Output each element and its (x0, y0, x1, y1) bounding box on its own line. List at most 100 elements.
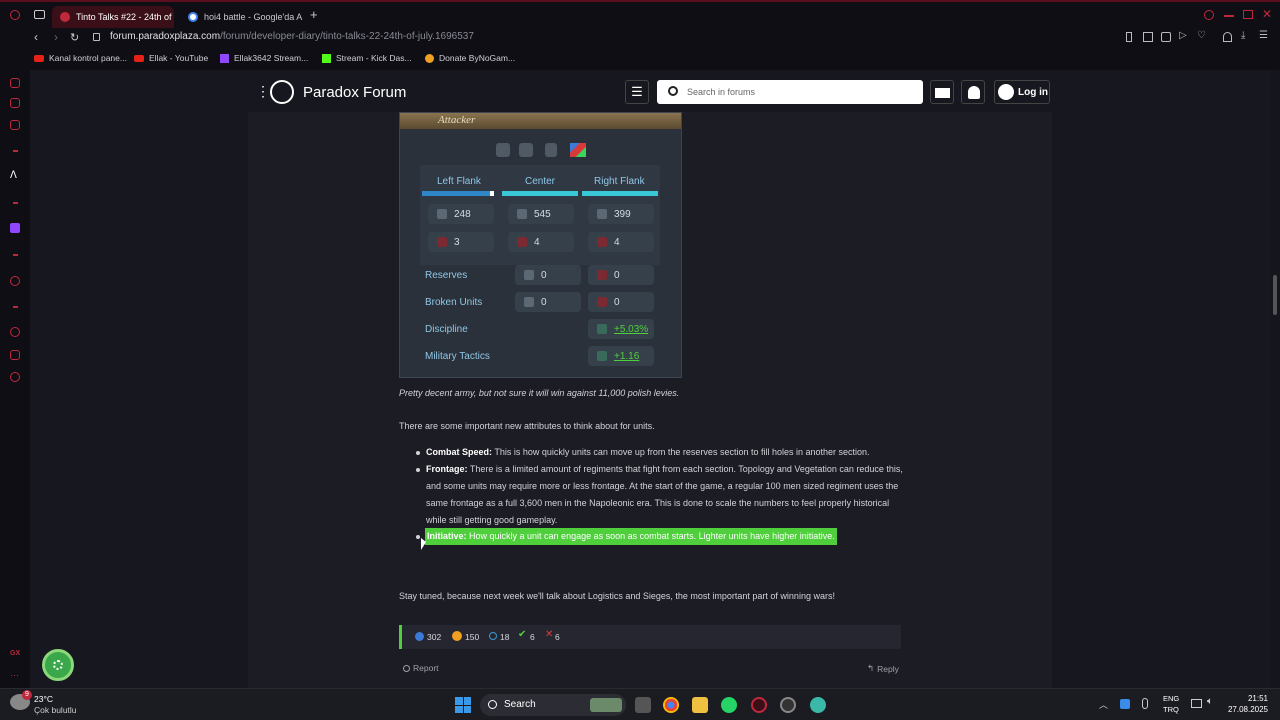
bookmark-kanal[interactable]: Kanal kontrol pane... (34, 53, 127, 63)
new-tab-button[interactable]: + (310, 7, 318, 22)
reload-icon[interactable]: ↻ (70, 31, 79, 44)
forward-icon[interactable]: › (54, 30, 58, 44)
bookmark-ellak-stream[interactable]: Ellak3642 Stream... (220, 53, 308, 63)
cavalry-icon (519, 143, 533, 157)
maximize-icon[interactable] (1243, 10, 1253, 19)
adblock-icon[interactable] (1161, 32, 1171, 42)
center-bar (502, 191, 578, 196)
start-button[interactable] (455, 697, 471, 713)
bullet (416, 468, 420, 472)
weather-icon[interactable]: 9 (10, 690, 32, 710)
reactions-bar[interactable]: 302 150 18 ✔ 6 ✕ 6 (399, 625, 901, 649)
reserves-units-stat: 0 (588, 265, 654, 285)
language-primary[interactable]: ENG (1163, 694, 1179, 703)
chrome-icon[interactable] (663, 697, 679, 713)
task-view-icon[interactable] (635, 697, 651, 713)
twitch-sidebar-icon[interactable] (10, 223, 20, 233)
attacker-banner: Attacker (400, 113, 681, 129)
bookmark-kick[interactable]: Stream - Kick Das... (322, 53, 412, 63)
disagree-icon: ✕ (545, 629, 554, 640)
player-icon[interactable]: ▷ (1179, 30, 1187, 41)
search-tabs-icon[interactable] (1204, 10, 1214, 20)
image-caption: Pretty decent army, but not sure it will… (399, 388, 680, 398)
lock-icon (93, 33, 100, 41)
snapshot-icon[interactable] (1143, 32, 1153, 42)
tab-google-search[interactable]: hoi4 battle - Google'da A (180, 6, 308, 28)
left-flank-bar (422, 191, 494, 196)
history-icon[interactable] (10, 327, 20, 337)
page-scrollbar[interactable] (1270, 70, 1280, 688)
info-count: 18 (500, 632, 510, 642)
network-icon[interactable] (1191, 699, 1202, 708)
login-button[interactable]: Log in (994, 80, 1050, 104)
gaming-icon[interactable] (10, 120, 20, 130)
search-icon (488, 700, 497, 709)
windows-logo-tile (463, 705, 471, 713)
close-window-icon[interactable]: ✕ (1262, 7, 1272, 21)
bookmark-donate[interactable]: Donate ByNoGam... (425, 53, 515, 63)
weather-temp: 23°C (34, 694, 53, 704)
agree-icon: ✔ (518, 629, 527, 640)
right-units-stat: 4 (588, 232, 654, 252)
file-explorer-icon[interactable] (692, 697, 708, 713)
weather-desc: Çok bulutlu (34, 705, 77, 715)
steam-tray-icon[interactable] (1120, 699, 1130, 709)
gx-icon[interactable]: GX (10, 650, 20, 657)
site-title[interactable]: Paradox Forum (303, 84, 406, 101)
more-icon[interactable]: ··· (10, 670, 19, 680)
scrollbar-thumb[interactable] (1273, 275, 1277, 315)
tray-chevron-icon[interactable]: ︿ (1099, 698, 1108, 711)
divider (13, 254, 18, 256)
youtube-icon (34, 54, 44, 62)
opera-gx-taskbar-icon[interactable] (751, 697, 767, 713)
search-input[interactable]: Search in forums (657, 80, 923, 104)
military-tactics-label: Military Tactics (425, 351, 490, 362)
whatsapp-icon[interactable] (721, 697, 737, 713)
volume-icon[interactable]: 🔈︎ (1207, 696, 1213, 707)
bookmark-icon[interactable] (1126, 32, 1132, 42)
tab-tinto-talks[interactable]: Tinto Talks #22 - 24th of (52, 6, 174, 28)
twitch-icon (220, 53, 229, 63)
globe-taskbar-icon[interactable] (810, 697, 826, 713)
app-taskbar-icon[interactable] (780, 697, 796, 713)
clock-date[interactable]: 27.08.2025 (1220, 705, 1268, 714)
heart-icon[interactable]: ♡ (1197, 30, 1206, 41)
microphone-icon[interactable] (1142, 698, 1148, 709)
conversations-button[interactable] (930, 80, 954, 104)
reply-link[interactable]: ↰ Reply (867, 663, 899, 674)
back-icon[interactable]: ‹ (34, 30, 38, 44)
player-sidebar-icon[interactable] (10, 276, 20, 286)
report-link[interactable]: Report (403, 663, 439, 673)
bookmark-ellak-youtube[interactable]: Ellak - YouTube (134, 53, 208, 63)
settings-icon[interactable] (10, 372, 20, 382)
app-a-icon[interactable]: ᐱ (10, 170, 17, 181)
minimize-icon[interactable] (1224, 15, 1234, 17)
url-field[interactable]: forum.paradoxplaza.com/forum/developer-d… (110, 31, 474, 42)
opera-logo-icon[interactable] (10, 10, 20, 20)
cookie-settings-button[interactable] (42, 649, 74, 681)
extensions-icon[interactable] (10, 350, 20, 360)
broken-men-stat: 0 (515, 292, 581, 312)
menu-icon[interactable]: ⋮ (256, 83, 270, 100)
hamburger-icon[interactable]: ☰ (625, 80, 649, 104)
aria-icon[interactable] (10, 78, 20, 88)
language-secondary[interactable]: TRQ (1163, 705, 1179, 714)
reserves-label: Reserves (425, 270, 468, 281)
easy-setup-icon[interactable]: ☰ (1259, 30, 1268, 41)
info-icon (489, 632, 497, 640)
alerts-button[interactable] (961, 80, 985, 104)
taskbar-search[interactable]: Search (480, 694, 626, 716)
profile-icon[interactable] (1223, 32, 1232, 42)
workspaces-icon[interactable] (34, 10, 45, 19)
discipline-stat: +5.03% (588, 319, 654, 339)
url-path: /forum/developer-diary/tinto-talks-22-24… (220, 31, 474, 42)
download-icon[interactable]: ⤓ (1241, 30, 1245, 41)
column-right-flank: Right Flank (594, 176, 645, 187)
bag-icon[interactable] (10, 98, 20, 108)
regiment-icon (597, 237, 607, 247)
reserves-men-stat: 0 (515, 265, 581, 285)
paradox-logo-icon[interactable] (270, 80, 294, 104)
infantry-icon (496, 143, 510, 157)
clock-time[interactable]: 21:51 (1228, 694, 1268, 703)
report-icon (403, 664, 410, 672)
